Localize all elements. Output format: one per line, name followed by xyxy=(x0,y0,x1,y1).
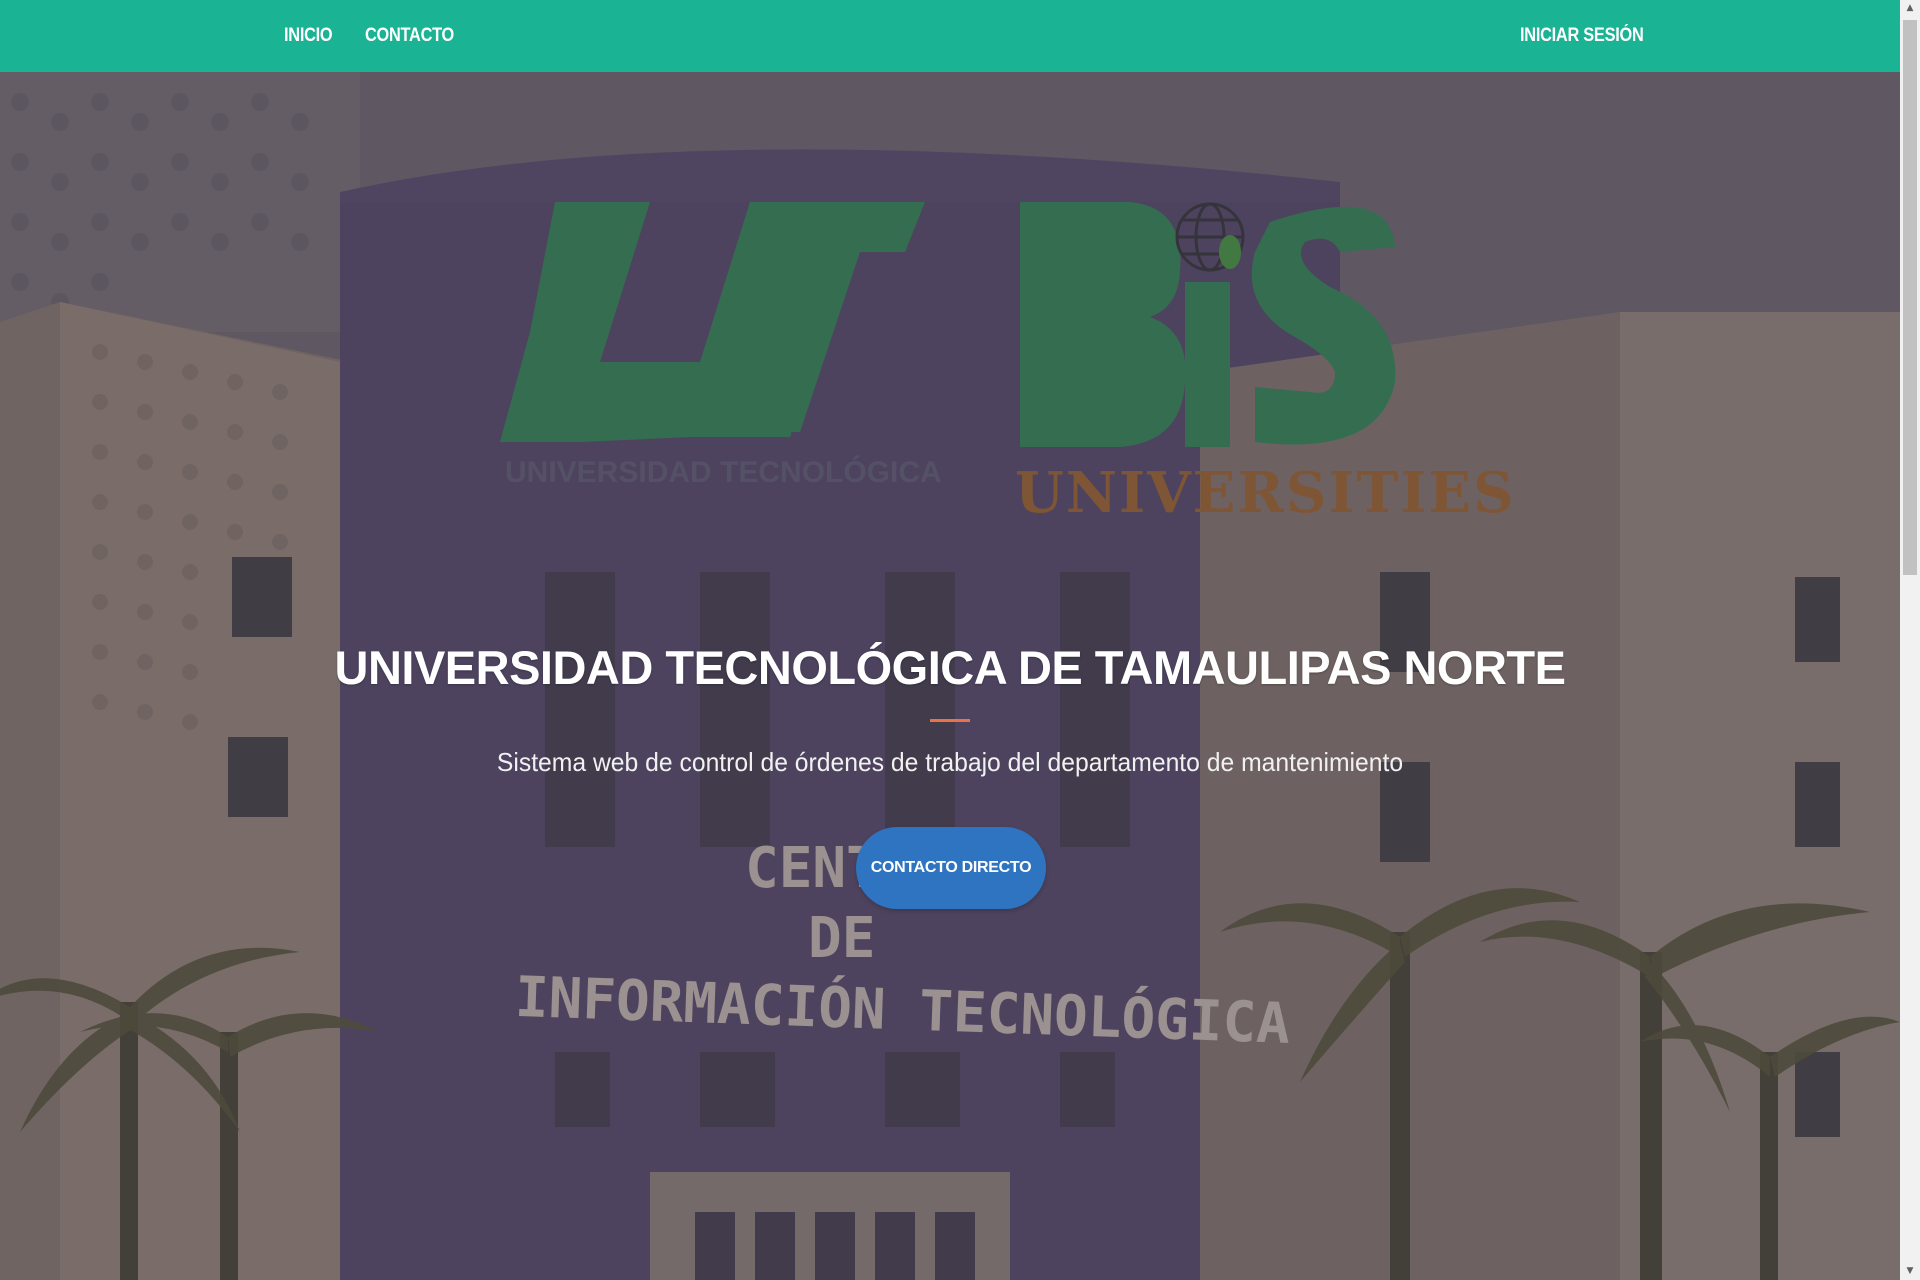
hero-title: UNIVERSIDAD TECNOLÓGICA DE TAMAULIPAS NO… xyxy=(334,641,1566,694)
arrow-down-icon[interactable]: ▼ xyxy=(1900,1263,1920,1280)
hero-subtitle: Sistema web de control de órdenes de tra… xyxy=(496,747,1404,777)
nav-link-contacto[interactable]: CONTACTO xyxy=(365,0,454,72)
page-scrollbar[interactable]: ▲ ▼ xyxy=(1900,0,1920,1280)
page: INICIO CONTACTO INICIAR SESIÓN UNIVERSID… xyxy=(0,0,1920,1280)
hero-section: UNIVERSIDAD TECNOLÓGICA UNIVERSITIES CEN… xyxy=(0,72,1900,1280)
arrow-up-icon[interactable]: ▲ xyxy=(1900,0,1920,17)
nav-link-inicio[interactable]: INICIO xyxy=(284,0,333,72)
hero-content: UNIVERSIDAD TECNOLÓGICA DE TAMAULIPAS NO… xyxy=(0,72,1900,1280)
login-link[interactable]: INICIAR SESIÓN xyxy=(1520,0,1644,72)
contact-direct-button[interactable]: CONTACTO DIRECTO xyxy=(856,827,1046,909)
scrollbar-thumb[interactable] xyxy=(1903,20,1917,575)
hero-divider xyxy=(930,719,970,722)
top-navbar: INICIO CONTACTO INICIAR SESIÓN xyxy=(0,0,1900,72)
